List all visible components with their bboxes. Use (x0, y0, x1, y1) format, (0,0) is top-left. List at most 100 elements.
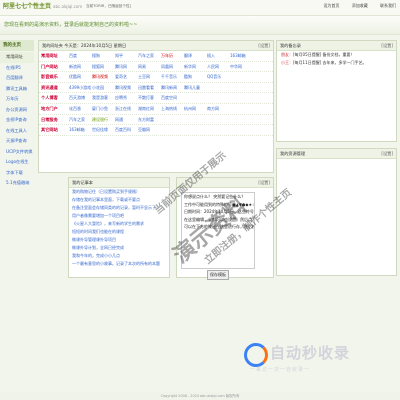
notebook-settings[interactable]: [设置] (258, 178, 270, 187)
nav-link[interactable]: 腾讯网 (115, 62, 138, 72)
footer: Copyright 2008 - 2024 abc.alqiqi.com 版权所… (0, 392, 400, 400)
hint-bar: 您现在看到的是演示资料，登录后就能定制自己的资料啦~~ (0, 16, 400, 35)
nav-link[interactable]: 腾讯视频 (92, 72, 115, 82)
resource-panel: 我的资源管理 [设置] (276, 148, 397, 276)
nav-link[interactable]: 东方财富 (138, 115, 161, 125)
url-folder-settings[interactable]: [设置] (258, 41, 270, 50)
nav-link[interactable]: 腾讯新闻 (161, 83, 184, 93)
nav-link[interactable]: 上海热线 (161, 104, 184, 114)
note-item[interactable]: 一个最有意思的小故事。记录了本次的所有的本题 (69, 260, 169, 268)
memo-panel: 我的备忘录 [设置] 朋友：[每月05日提醒] 备份文档，重要！ 小王：[每月11… (276, 40, 397, 142)
sidebar-item[interactable]: Logo在线生 (0, 157, 34, 168)
note-item[interactable]: 用户者像需要增加一个项目吧 (69, 212, 169, 220)
set-homepage-link[interactable]: 设为首页 (323, 3, 339, 8)
nav-link[interactable]: 百度 (69, 51, 92, 61)
nav-link[interactable]: 南方网 (207, 104, 230, 114)
nav-link[interactable]: 厦门小鱼 (92, 104, 115, 114)
sidebar-item[interactable]: 在线工具人 (0, 126, 34, 137)
sidebar-item[interactable]: 字体下载 (0, 168, 34, 179)
nav-link[interactable]: 搜狐网 (92, 62, 115, 72)
nav-link[interactable]: 汽车之家 (69, 115, 92, 125)
nav-link[interactable]: 浙江在线 (115, 104, 138, 114)
sidebar-item[interactable]: 在线IP5 (0, 63, 34, 74)
nav-link[interactable]: 163邮箱 (230, 51, 253, 61)
top-links: 设为首页 添加收藏 联系我们 (312, 3, 396, 9)
nav-link[interactable]: 建设银行 (92, 115, 115, 125)
memo-item[interactable]: 朋友：[每月05日提醒] 备份文档，重要！ (277, 51, 396, 59)
sidebar-item[interactable]: 办公资源网 (0, 105, 34, 116)
nav-link[interactable]: 杭州网 (184, 104, 207, 114)
sidebar-item[interactable]: 天振IP查询 (0, 136, 34, 147)
nav-link[interactable]: 土豆网 (138, 72, 161, 82)
nav-link[interactable]: 世纪佳缘 (92, 125, 115, 135)
nav-link[interactable]: 千千音乐 (161, 72, 184, 82)
nav-link[interactable]: 不散打客 (138, 93, 161, 103)
hint-text: 您现在看到的是演示资料，登录后就能定制自己的资料啦~~ (4, 22, 138, 28)
nav-link[interactable]: 插入 (207, 51, 230, 61)
nav-row: 地方门户 化百香 厦门小鱼 浙江在线 湖南红网 上海热线 杭州网 南方网 (39, 104, 273, 115)
nav-category: 地方门户 (41, 105, 58, 111)
nav-link[interactable]: 凤凰网 (161, 62, 184, 72)
nav-row: 影音娱乐 优酷网 腾讯视频 爱奇艺 土豆网 千千音乐 酷狗 QQ音乐 (39, 72, 273, 83)
brand-sub: 一来访一次一自收录一 (250, 367, 311, 373)
site-logo[interactable]: 阿里七七个性主页 abc.alqiqi.com (3, 1, 82, 10)
nav-link[interactable]: 化百香 (69, 104, 92, 114)
nav-row: 其它网站 163邮箱 世纪佳缘 百度百科 豆瓣网 (39, 125, 273, 136)
sidebar-item[interactable]: UCIP文件转换 (0, 147, 34, 158)
nav-category: 影音娱乐 (41, 74, 58, 80)
nav-row: 门户网站 新浪网 搜狐网 腾讯网 网易 凤凰网 新华网 人民网 中华网 (39, 62, 273, 73)
nav-link[interactable]: 人民网 (207, 62, 230, 72)
note-item[interactable]: 我的购物记住（已设置购买到手规格） (69, 188, 169, 196)
note-item[interactable]: 《火星人大冒险》，来写新的学生的需求 (69, 220, 169, 228)
memo-settings[interactable]: [设置] (381, 41, 393, 50)
sidebar-item[interactable]: 金桥IP查询 (0, 115, 34, 126)
save-template-button[interactable]: 保存模板 (207, 270, 229, 280)
add-favorite-link[interactable]: 添加收藏 (352, 3, 368, 8)
nav-link[interactable]: 百度百科 (115, 125, 138, 135)
nav-link[interactable]: 腾讯视频 (115, 83, 138, 93)
nav-link[interactable]: 汽车之家 (138, 51, 161, 61)
memo-header: 我的备忘录 [设置] (277, 41, 396, 51)
sidebar-item[interactable]: 百度翻译 (0, 73, 34, 84)
note-item[interactable]: 做课外导计划，全网已经完成 (69, 244, 169, 252)
nav-link[interactable]: 百天游博 (69, 93, 92, 103)
contact-link[interactable]: 联系我们 (380, 3, 396, 8)
nav-link[interactable]: 新华网 (184, 62, 207, 72)
nav-link[interactable]: 爱奇艺 (115, 72, 138, 82)
sidebar-item[interactable]: 5.1充值缴纳 (0, 178, 34, 189)
nav-link[interactable]: 酷狗 (184, 72, 207, 82)
nav-link[interactable]: 知乎 (115, 51, 138, 61)
nav-link[interactable]: 百度空间 (161, 93, 184, 103)
nav-link[interactable]: 新浪网 (69, 62, 92, 72)
sidebar-item[interactable]: 腾讯工具箱 (0, 84, 34, 95)
nav-link[interactable]: 湖南红网 (138, 104, 161, 114)
nav-row: 个人博客 百天游博 我是游客 应聘秀 不散打客 百度空间 (39, 93, 273, 104)
nav-link[interactable]: 我是游客 (92, 93, 115, 103)
note-item[interactable]: 做课外导管理课外导项目 (69, 236, 169, 244)
nav-link[interactable]: QQ音乐 (207, 72, 230, 82)
resource-settings[interactable]: [设置] (381, 149, 393, 158)
nav-link[interactable]: 豆瓣网 (138, 125, 161, 135)
nav-link[interactable]: 万年历 (161, 51, 184, 61)
nav-link[interactable]: 中华网 (230, 62, 253, 72)
brand-name: 自动秒收录 (270, 344, 351, 362)
memo-item[interactable]: 小王：[每月11日提醒] 去年来，多学一门手艺。 (277, 59, 396, 67)
nav-link[interactable]: 网通 (115, 115, 138, 125)
nav-link[interactable]: 小花园 (92, 83, 115, 93)
nav-link[interactable]: 4399小游戏 (69, 83, 92, 93)
top-bar: 阿里七七个性主页 abc.alqiqi.com 当前TORIR，已随返回个性] 设… (0, 0, 400, 16)
brand-logo-icon (244, 343, 268, 367)
sidebar-item[interactable]: 常用网址 (0, 52, 34, 63)
nav-link[interactable]: 腾讯儿童 (184, 83, 207, 93)
nav-link[interactable]: 163邮箱 (69, 125, 92, 135)
nav-link[interactable]: 翻译 (184, 51, 207, 61)
nav-link[interactable]: 优酷网 (69, 72, 92, 82)
nav-link[interactable]: 网易 (138, 62, 161, 72)
nav-link[interactable]: 搜狗 (92, 51, 115, 61)
nav-link[interactable]: 应聘秀 (115, 93, 138, 103)
nav-link[interactable]: 迅雷看看 (138, 83, 161, 93)
nav-category: 个人博客 (41, 95, 58, 101)
note-item[interactable]: 我和今年的，完成小小几点 (69, 252, 169, 260)
sidebar-item[interactable]: 万年历 (0, 94, 34, 105)
note-item[interactable]: 短短的时间我们也能在的课程 (69, 228, 169, 236)
